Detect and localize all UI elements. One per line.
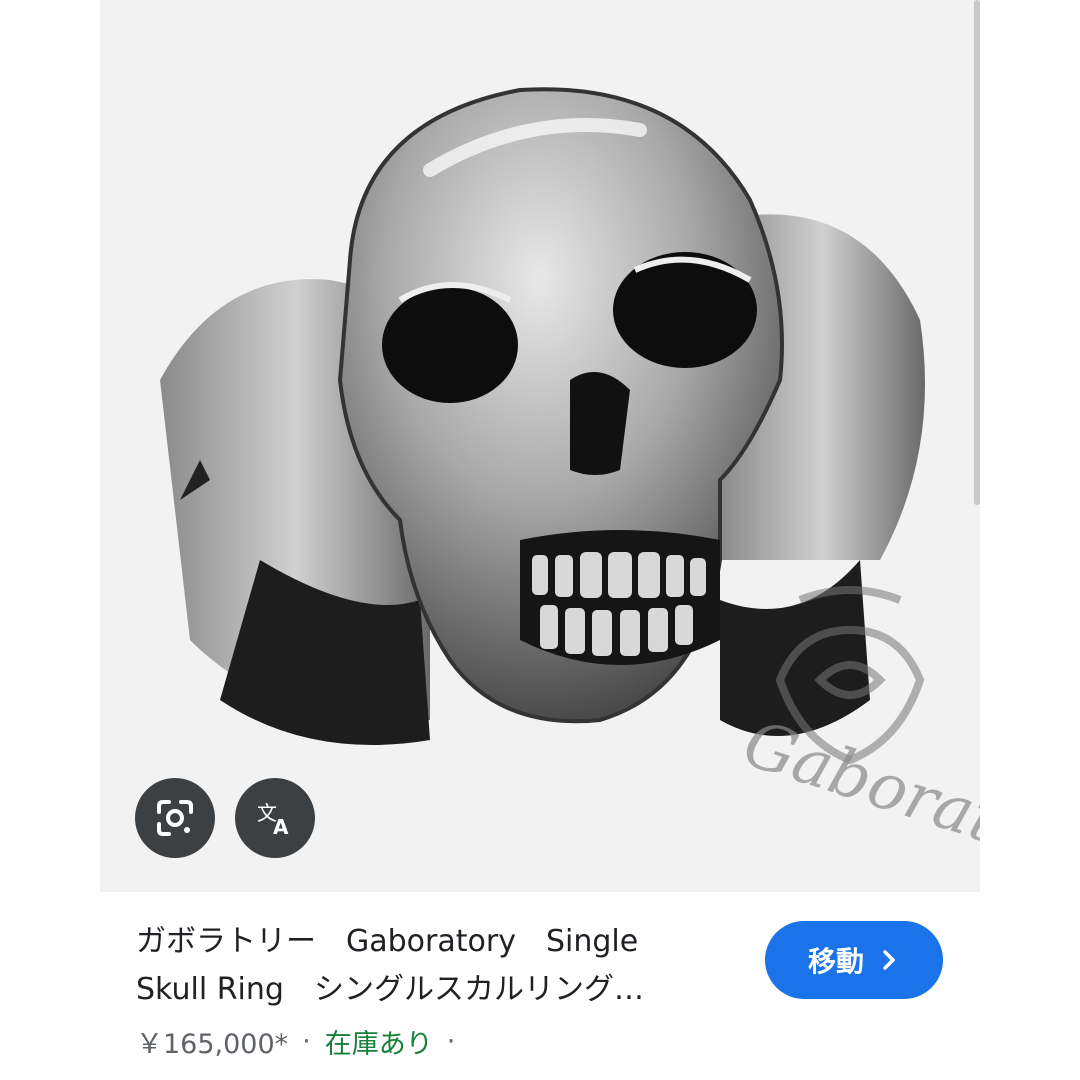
translate-button[interactable]: 文 A: [235, 778, 315, 858]
separator: ·: [302, 1026, 311, 1057]
chevron-right-icon: [883, 950, 895, 970]
visit-button-label: 移動: [807, 945, 864, 978]
translate-icon: 文 A: [257, 801, 289, 839]
svg-text:A: A: [273, 815, 289, 839]
google-lens-button[interactable]: [135, 778, 215, 858]
product-title[interactable]: ガボラトリー Gaboratory Single Skull Ring シングル…: [136, 918, 736, 1014]
google-lens-icon: [157, 800, 193, 836]
stock-status: 在庫あり: [324, 1029, 433, 1060]
result-meta: ￥165,000* · 在庫あり ·: [136, 1022, 455, 1061]
separator: ·: [446, 1026, 456, 1057]
price: ￥165,000*: [136, 1029, 289, 1060]
skull-ring-photo: Gaboratory: [100, 0, 980, 892]
product-image[interactable]: Gaboratory: [100, 0, 980, 892]
visit-button[interactable]: 移動: [765, 921, 943, 999]
scrollbar-thumb[interactable]: [974, 0, 980, 505]
